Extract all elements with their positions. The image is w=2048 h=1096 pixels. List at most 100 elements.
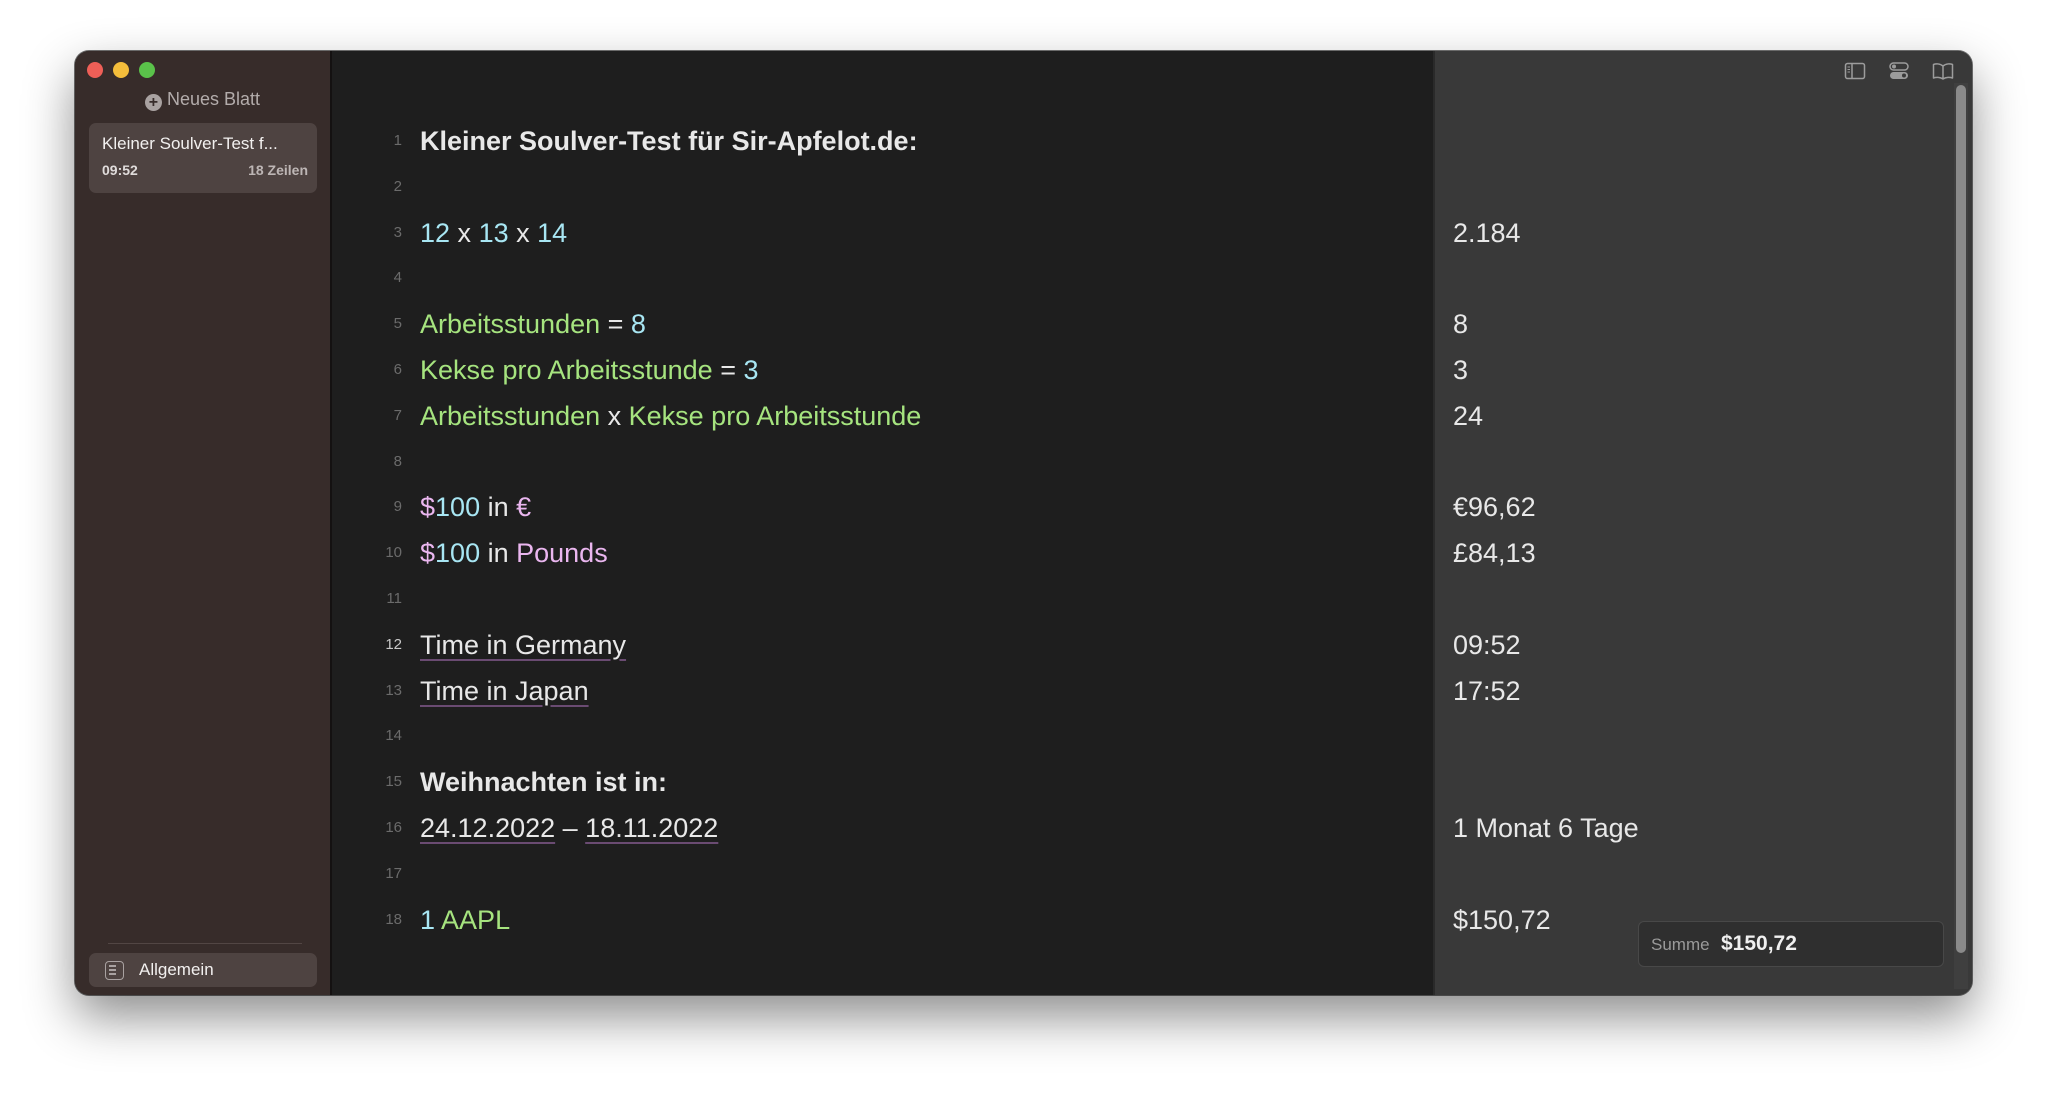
expression-token: Arbeitsstunden bbox=[420, 309, 601, 340]
editor-area[interactable]: 1 Kleiner Soulver-Test für Sir-Apfelot.de… bbox=[332, 51, 1433, 995]
expression-text: Time in Japan bbox=[420, 675, 589, 706]
editor-line[interactable]: 4 bbox=[332, 256, 1433, 302]
line-number: 17 bbox=[385, 864, 402, 882]
toolbar bbox=[1844, 61, 1954, 81]
editor-line[interactable]: 17 bbox=[332, 852, 1433, 898]
document-icon bbox=[105, 961, 124, 980]
editor-line[interactable]: 8 bbox=[332, 440, 1433, 486]
expression-token: $ bbox=[420, 538, 436, 569]
editor-line[interactable]: 13 Time in Japan bbox=[332, 669, 1433, 715]
line-result[interactable]: 24 bbox=[1453, 401, 1483, 432]
close-window-button[interactable] bbox=[87, 62, 103, 78]
editor-line[interactable]: 3 12 x 13 x 14 bbox=[332, 211, 1433, 257]
expression-token: Kekse pro Arbeitsstunde bbox=[420, 355, 713, 385]
line-number: 12 bbox=[385, 635, 402, 653]
editor-line[interactable]: 1 Kleiner Soulver-Test für Sir-Apfelot.de… bbox=[332, 119, 1433, 165]
book-icon bbox=[1932, 63, 1954, 80]
new-sheet-label: Neues Blatt bbox=[166, 89, 261, 109]
line-result[interactable]: 8 bbox=[1453, 309, 1468, 340]
editor-line[interactable]: 15 Weihnachten ist in: bbox=[332, 760, 1433, 806]
line-number: 1 bbox=[393, 132, 402, 149]
line-expression: $100 in Pounds bbox=[420, 538, 608, 569]
line-number: 6 bbox=[393, 361, 402, 378]
line-result[interactable]: £84,13 bbox=[1453, 538, 1536, 569]
line-result[interactable]: 3 bbox=[1453, 355, 1468, 386]
sidebar-divider bbox=[108, 943, 302, 944]
editor-line[interactable]: 18 1 AAPL bbox=[332, 898, 1433, 944]
sum-panel[interactable]: Summe $150,72 bbox=[1638, 921, 1944, 967]
line-number: 5 bbox=[393, 315, 402, 333]
expression-token: x bbox=[450, 217, 479, 248]
minimize-window-button[interactable] bbox=[113, 62, 129, 78]
window-controls bbox=[87, 62, 155, 78]
editor-line[interactable]: 12 Time in Germany bbox=[332, 623, 1433, 669]
expression-token: Pounds bbox=[516, 538, 608, 569]
sidebar: + Neues Blatt Kleiner Soulver-Test f... 0… bbox=[75, 51, 332, 995]
editor-line[interactable]: 2 bbox=[332, 165, 1433, 211]
editor-line[interactable]: 9 $100 in € bbox=[332, 485, 1433, 531]
results-column: Summe $150,72 2.184 8 3 24 €96,62 £84,13 09:52… bbox=[1433, 51, 1972, 995]
sheet-title: Kleiner Soulver-Test f... bbox=[102, 134, 278, 153]
plus-circle-icon: + bbox=[144, 94, 162, 111]
expression-token: = bbox=[600, 309, 631, 340]
expression-token: 100 bbox=[435, 538, 481, 569]
editor-line[interactable]: 5 Arbeitsstunden = 8 bbox=[332, 302, 1433, 348]
expression-token: – bbox=[555, 813, 586, 843]
editor-line[interactable]: 16 24.12.2022 – 18.11.2022 bbox=[332, 806, 1433, 852]
expression-token: 1 bbox=[420, 904, 436, 935]
expression-text: Time in Germany bbox=[420, 629, 627, 660]
line-result[interactable]: 09:52 bbox=[1453, 630, 1521, 661]
line-result[interactable]: $150,72 bbox=[1453, 905, 1551, 936]
expression-token: x bbox=[508, 217, 538, 248]
category-label: Allgemein bbox=[139, 960, 214, 979]
line-expression: 1 AAPL bbox=[420, 905, 510, 936]
editor-line[interactable]: 11 bbox=[332, 577, 1433, 623]
editor-line[interactable]: 6 Kekse pro Arbeitsstunde = 3 bbox=[332, 348, 1433, 394]
category-item-allgemein[interactable]: Allgemein bbox=[89, 953, 317, 987]
sum-value: $150,72 bbox=[1721, 932, 1797, 955]
line-number: 18 bbox=[385, 910, 402, 928]
reference-button[interactable] bbox=[1932, 61, 1954, 81]
expression-token: x bbox=[600, 400, 629, 431]
expression-text: Kleiner Soulver-Test für Sir-Apfelot.de: bbox=[420, 126, 918, 156]
editor-line[interactable]: 14 bbox=[332, 714, 1433, 760]
line-number: 9 bbox=[393, 498, 402, 516]
scrollbar-thumb[interactable] bbox=[1956, 85, 1966, 953]
editor-line[interactable]: 10 $100 in Pounds bbox=[332, 531, 1433, 577]
expression-token: 24.12.2022 bbox=[420, 813, 556, 843]
line-number: 7 bbox=[393, 406, 402, 424]
line-expression: Kekse pro Arbeitsstunde = 3 bbox=[420, 355, 759, 386]
line-number: 4 bbox=[393, 269, 402, 287]
sheet-list-item[interactable]: Kleiner Soulver-Test f... 09:52 18 Zeile… bbox=[89, 123, 317, 193]
expression-token: Kekse pro Arbeitsstunde bbox=[628, 400, 922, 431]
line-expression: Kleiner Soulver-Test für Sir-Apfelot.de: bbox=[420, 126, 918, 157]
expression-token: 3 bbox=[743, 355, 759, 385]
line-expression: Arbeitsstunden = 8 bbox=[420, 309, 646, 340]
expression-token: $ bbox=[420, 492, 436, 523]
expression-token: in bbox=[480, 538, 517, 569]
sidebar-toggle-button[interactable] bbox=[1844, 61, 1866, 81]
expression-token: € bbox=[516, 492, 532, 523]
expression-text: Weihnachten ist in: bbox=[420, 767, 668, 798]
expression-token: 14 bbox=[537, 217, 568, 248]
line-number: 14 bbox=[385, 727, 402, 745]
line-number: 10 bbox=[385, 544, 402, 562]
zoom-window-button[interactable] bbox=[139, 62, 155, 78]
line-result[interactable]: €96,62 bbox=[1453, 492, 1536, 523]
expression-token: 13 bbox=[478, 217, 509, 248]
line-result[interactable]: 1 Monat 6 Tage bbox=[1453, 813, 1639, 844]
expression-token: 18.11.2022 bbox=[585, 813, 719, 843]
line-result[interactable]: 2.184 bbox=[1453, 218, 1521, 249]
new-sheet-button[interactable]: + Neues Blatt bbox=[75, 87, 330, 111]
expression-token: in bbox=[480, 492, 517, 523]
line-expression: Weihnachten ist in: bbox=[420, 767, 667, 798]
line-number: 11 bbox=[386, 590, 402, 607]
sidebar-toggle-icon bbox=[1844, 62, 1866, 80]
line-expression: 24.12.2022 – 18.11.2022 bbox=[420, 813, 718, 844]
line-number: 15 bbox=[385, 773, 402, 791]
line-result[interactable]: 17:52 bbox=[1453, 676, 1521, 707]
settings-toggles-button[interactable] bbox=[1888, 61, 1910, 81]
editor-line[interactable]: 7 Arbeitsstunden x Kekse pro Arbeitsstund… bbox=[332, 394, 1433, 440]
line-expression: Time in Germany bbox=[420, 630, 626, 661]
expression-token: = bbox=[712, 355, 744, 385]
